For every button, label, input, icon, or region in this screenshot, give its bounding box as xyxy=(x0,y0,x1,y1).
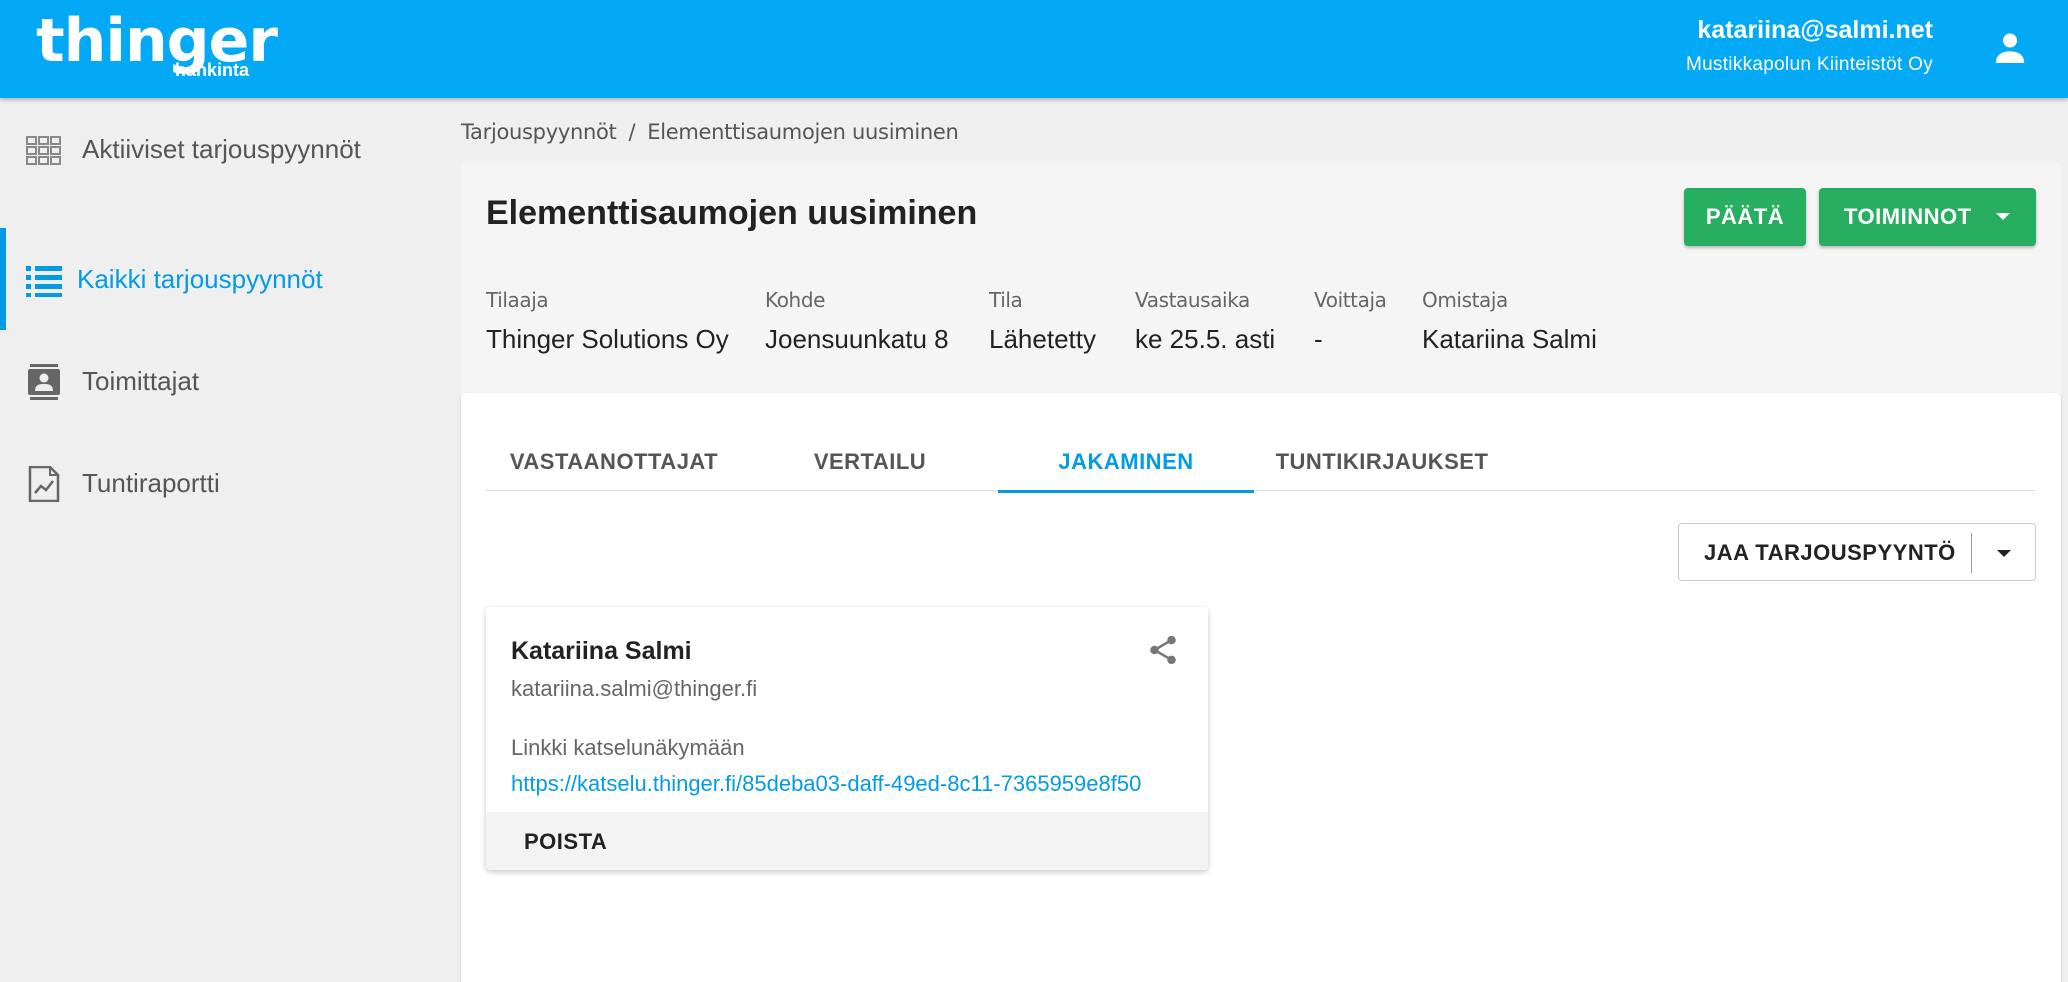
close-request-button[interactable]: PÄÄTÄ xyxy=(1684,188,1806,246)
share-icon[interactable] xyxy=(1146,633,1180,667)
share-link-card: Katariina Salmi katariina.salmi@thinger.… xyxy=(486,607,1208,870)
meta-value: ke 25.5. asti xyxy=(1135,324,1276,354)
account-icon[interactable] xyxy=(1990,28,2030,68)
tab-time-entries[interactable]: TUNTIKIRJAUKSET xyxy=(1254,433,1510,491)
sidebar-item-hour-report[interactable]: Tuntiraportti xyxy=(0,432,440,534)
tab-comparison[interactable]: VERTAILU xyxy=(742,433,998,491)
view-link-label: Linkki katselunäkymään xyxy=(511,735,745,760)
thinger-logo[interactable]: thinger hankinta xyxy=(36,6,278,80)
chevron-down-icon xyxy=(1996,213,2010,220)
breadcrumb-separator: / xyxy=(628,120,636,144)
sidebar-nav: Aktiiviset tarjouspyynnöt Kaikki tarjous… xyxy=(0,98,440,982)
meta-label: Voittaja xyxy=(1314,288,1387,312)
chevron-down-icon[interactable] xyxy=(1997,550,2011,557)
request-header-card: Elementtisaumojen uusiminen PÄÄTÄ TOIMIN… xyxy=(461,162,2061,397)
contacts-icon xyxy=(28,364,60,400)
button-divider xyxy=(1971,533,1972,573)
report-icon xyxy=(28,466,60,502)
sidebar-item-label: Toimittajat xyxy=(82,366,200,396)
breadcrumb-current: Elementtisaumojen uusiminen xyxy=(647,120,959,144)
grid-icon xyxy=(26,136,61,165)
sidebar-item-label: Aktiiviset tarjouspyynnöt xyxy=(82,134,361,164)
sharing-panel: VASTAANOTTAJAT VERTAILU JAKAMINEN TUNTIK… xyxy=(461,393,2061,982)
share-recipient-email: katariina.salmi@thinger.fi xyxy=(511,676,758,701)
meta-label: Vastausaika xyxy=(1135,288,1250,312)
share-request-button[interactable]: JAA TARJOUSPYYNTÖ xyxy=(1704,540,1956,566)
share-card-footer: POISTA xyxy=(486,812,1208,870)
meta-label: Omistaja xyxy=(1422,288,1508,312)
meta-deadline: Vastausaika ke 25.5. asti xyxy=(1135,288,1275,355)
active-indicator xyxy=(0,228,6,330)
meta-value: Thinger Solutions Oy xyxy=(486,324,729,354)
meta-customer: Tilaaja Thinger Solutions Oy xyxy=(486,288,729,355)
page-title: Elementtisaumojen uusiminen xyxy=(486,194,978,232)
tab-bar: VASTAANOTTAJAT VERTAILU JAKAMINEN TUNTIK… xyxy=(486,433,2036,493)
sidebar-item-suppliers[interactable]: Toimittajat xyxy=(0,330,440,432)
share-request-split-button: JAA TARJOUSPYYNTÖ xyxy=(1678,523,2036,581)
user-organization: Mustikkapolun Kiinteistöt Oy xyxy=(1685,54,1933,75)
sidebar-item-label: Kaikki tarjouspyynnöt xyxy=(77,264,323,294)
sidebar-item-label: Tuntiraportti xyxy=(82,468,220,498)
meta-label: Tila xyxy=(989,288,1023,312)
sidebar-item-all-requests[interactable]: Kaikki tarjouspyynnöt xyxy=(0,228,440,330)
tab-recipients[interactable]: VASTAANOTTAJAT xyxy=(486,433,742,491)
meta-value: Lähetetty xyxy=(989,324,1096,354)
meta-owner: Omistaja Katariina Salmi xyxy=(1422,288,1597,355)
delete-share-button[interactable]: POISTA xyxy=(524,829,607,855)
actions-menu-button[interactable]: TOIMINNOT xyxy=(1819,188,2036,246)
view-link-url[interactable]: https://katselu.thinger.fi/85deba03-daff… xyxy=(511,771,1141,797)
logo-subtitle: hankinta xyxy=(175,60,250,80)
top-app-bar: thinger hankinta katariina@salmi.net Mus… xyxy=(0,0,2068,98)
actions-button-label: TOIMINNOT xyxy=(1844,204,1972,229)
meta-location: Kohde Joensuunkatu 8 xyxy=(765,288,949,355)
share-recipient-name: Katariina Salmi xyxy=(511,637,692,665)
breadcrumb: Tarjouspyynnöt / Elementtisaumojen uusimin… xyxy=(461,120,959,144)
meta-label: Kohde xyxy=(765,288,826,312)
tab-sharing[interactable]: JAKAMINEN xyxy=(998,433,1254,493)
meta-winner: Voittaja - xyxy=(1314,288,1387,355)
sidebar-item-active-requests[interactable]: Aktiiviset tarjouspyynnöt xyxy=(0,98,440,200)
meta-value: - xyxy=(1314,324,1323,354)
meta-value: Katariina Salmi xyxy=(1422,324,1597,354)
user-email: katariina@salmi.net xyxy=(1697,16,1933,44)
breadcrumb-link[interactable]: Tarjouspyynnöt xyxy=(461,120,617,144)
meta-label: Tilaaja xyxy=(486,288,549,312)
list-icon xyxy=(26,266,62,297)
meta-status: Tila Lähetetty xyxy=(989,288,1096,355)
meta-value: Joensuunkatu 8 xyxy=(765,324,949,354)
